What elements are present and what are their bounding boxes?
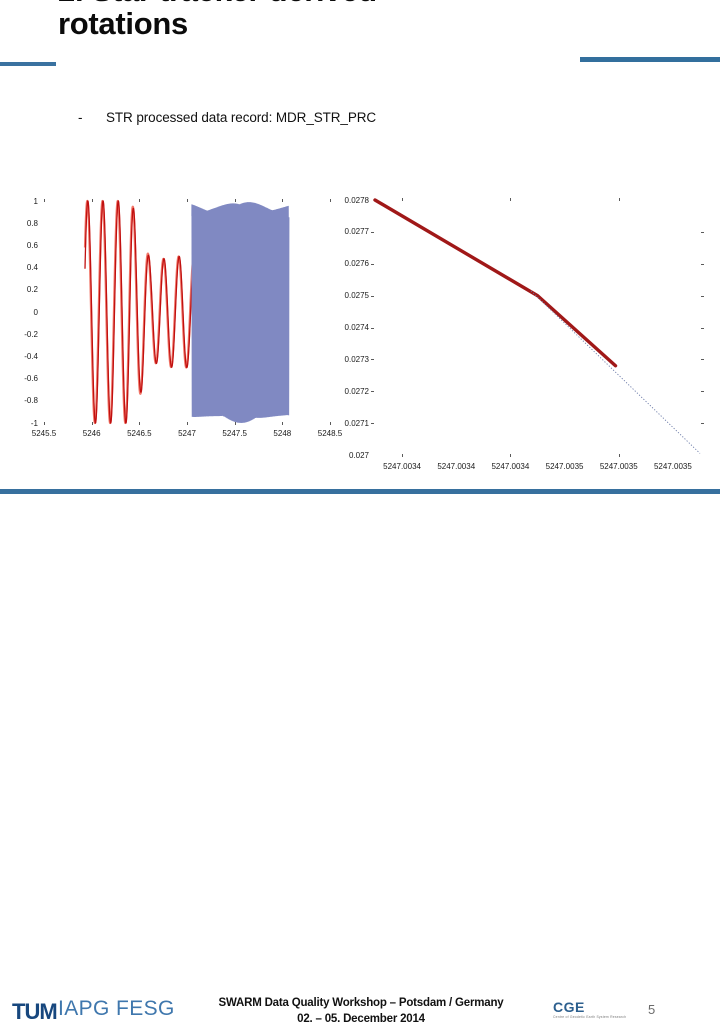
y-tick-mark xyxy=(371,327,374,329)
institute-logos-label: IAPG FESG xyxy=(58,997,175,1020)
x-tick-label: 5247.0034 xyxy=(491,462,530,471)
y-tick-mark xyxy=(371,295,374,297)
y-tick-label: 0.0271 xyxy=(344,418,369,428)
y-tick-label: -0.2 xyxy=(24,329,38,339)
x-tick-mark-top xyxy=(402,198,404,201)
chart-star-tracker-oscillation: 1 0.8 0.6 0.4 0.2 0 -0.2 -0.4 -0.6 -0.8 -1 5245.5 5… xyxy=(0,185,342,485)
y-tick-label: 0.8 xyxy=(26,218,38,228)
y-tick-label: 0.0278 xyxy=(344,195,369,205)
plot-area-right xyxy=(373,198,701,455)
y-tick-mark-right xyxy=(701,295,704,297)
x-tick-mark xyxy=(282,422,284,425)
y-tick-mark-right xyxy=(701,231,704,233)
page-title: 2. Star tracker derived rotations xyxy=(58,0,377,41)
y-tick-mark xyxy=(371,263,374,265)
y-tick-label: 0.0272 xyxy=(344,386,369,396)
y-tick-label: 0.0274 xyxy=(344,323,369,332)
y-tick-label: 0.4 xyxy=(26,263,38,273)
x-tick-mark-top xyxy=(618,198,620,201)
bullet-item-label: STR processed data record: MDR_STR_PRC xyxy=(106,110,377,125)
x-tick-label: 5247.0035 xyxy=(599,462,638,471)
footer-event-info: SWARM Data Quality Workshop – Potsdam / … xyxy=(196,995,526,1027)
red-trend-line xyxy=(373,198,618,368)
footer-event-line2: 02. – 05. December 2014 xyxy=(297,1013,425,1025)
title-rule-right xyxy=(580,57,720,62)
y-tick-label: -0.4 xyxy=(24,351,38,361)
bullet-list-item: - STR processed data record: MDR_STR_PRC xyxy=(78,109,638,131)
y-tick-mark-right xyxy=(701,359,704,361)
x-tick-label: 5245.5 xyxy=(31,429,57,438)
x-tick-mark-top xyxy=(91,199,93,202)
x-tick-label: 5247.0034 xyxy=(437,462,476,471)
bullet-marker: - xyxy=(78,110,83,125)
x-tick-mark-top xyxy=(282,199,284,202)
y-tick-mark-right xyxy=(701,263,704,265)
x-tick-mark xyxy=(44,422,45,425)
x-tick-mark-top xyxy=(234,199,236,202)
slide-number: 5 xyxy=(648,1002,656,1017)
blue-dotted-line xyxy=(530,290,701,454)
y-tick-label: 0.2 xyxy=(26,285,38,295)
plot-area-left xyxy=(44,199,330,425)
y-tick-label: 0.0276 xyxy=(344,259,369,269)
x-tick-label: 5247.0034 xyxy=(383,462,421,471)
y-tick-label: 0.0273 xyxy=(344,354,369,364)
y-tick-label: 0.0277 xyxy=(344,227,369,237)
slide-title-block: 2. Star tracker derived rotations xyxy=(0,0,720,64)
plot-curves-right xyxy=(373,198,701,454)
x-tick-mark-top xyxy=(510,198,512,201)
footer: TUM IAPG FESG SWARM Data Quality Worksho… xyxy=(0,494,720,1025)
y-tick-label: 0.6 xyxy=(26,240,38,250)
x-tick-label: 5246.5 xyxy=(127,429,152,438)
cge-logo-text: CGE xyxy=(553,999,585,1015)
title-rule-left xyxy=(0,62,56,66)
y-tick-mark-right xyxy=(701,423,704,425)
y-tick-mark-right xyxy=(701,391,704,393)
y-tick-label: -1 xyxy=(30,418,38,428)
y-tick-mark-right xyxy=(701,327,704,329)
y-tick-mark xyxy=(371,391,374,393)
x-tick-mark xyxy=(91,422,93,425)
y-tick-label: 1 xyxy=(33,196,38,206)
x-tick-label: 5247.0035 xyxy=(653,462,692,471)
tum-logo: TUM xyxy=(12,999,58,1024)
x-tick-label: 5247 xyxy=(178,429,196,438)
y-tick-label: -0.8 xyxy=(24,396,38,406)
x-tick-mark-top xyxy=(139,199,141,202)
x-tick-label: 5246 xyxy=(82,429,101,438)
plot-curves-left xyxy=(83,199,290,425)
x-tick-label: 5247.5 xyxy=(222,429,247,438)
x-tick-mark xyxy=(510,454,512,457)
x-tick-mark xyxy=(187,422,188,425)
x-tick-label: 5248 xyxy=(273,429,292,438)
y-tick-mark xyxy=(371,359,374,361)
cge-logo-subtitle: Centre of Geodetic Earth System Research xyxy=(553,1015,627,1019)
x-tick-mark xyxy=(402,454,404,457)
y-tick-label: 0.0275 xyxy=(344,291,369,301)
chart-rotation-angle-zoom: 0.0278 0.0277 0.0276 0.0275 0.0274 0.0273 0.02… xyxy=(330,185,720,485)
x-tick-mark-top xyxy=(44,199,45,202)
y-tick-mark xyxy=(371,231,374,233)
x-tick-mark xyxy=(618,454,620,457)
x-tick-mark xyxy=(234,422,236,425)
x-tick-mark-top xyxy=(187,199,188,202)
cge-logo: CGE Centre of Geodetic Earth System Rese… xyxy=(553,1000,643,1030)
y-tick-label: 0.027 xyxy=(348,450,369,460)
y-tick-label: 0 xyxy=(33,307,38,317)
x-tick-label: 5247.0035 xyxy=(545,462,584,471)
footer-event-line1: SWARM Data Quality Workshop – Potsdam / … xyxy=(218,997,504,1009)
y-tick-mark xyxy=(371,423,374,425)
x-tick-mark xyxy=(139,422,141,425)
y-tick-label: -0.6 xyxy=(24,374,38,384)
charts-container: 1 0.8 0.6 0.4 0.2 0 -0.2 -0.4 -0.6 -0.8 -1 5245.5 5… xyxy=(0,185,720,485)
